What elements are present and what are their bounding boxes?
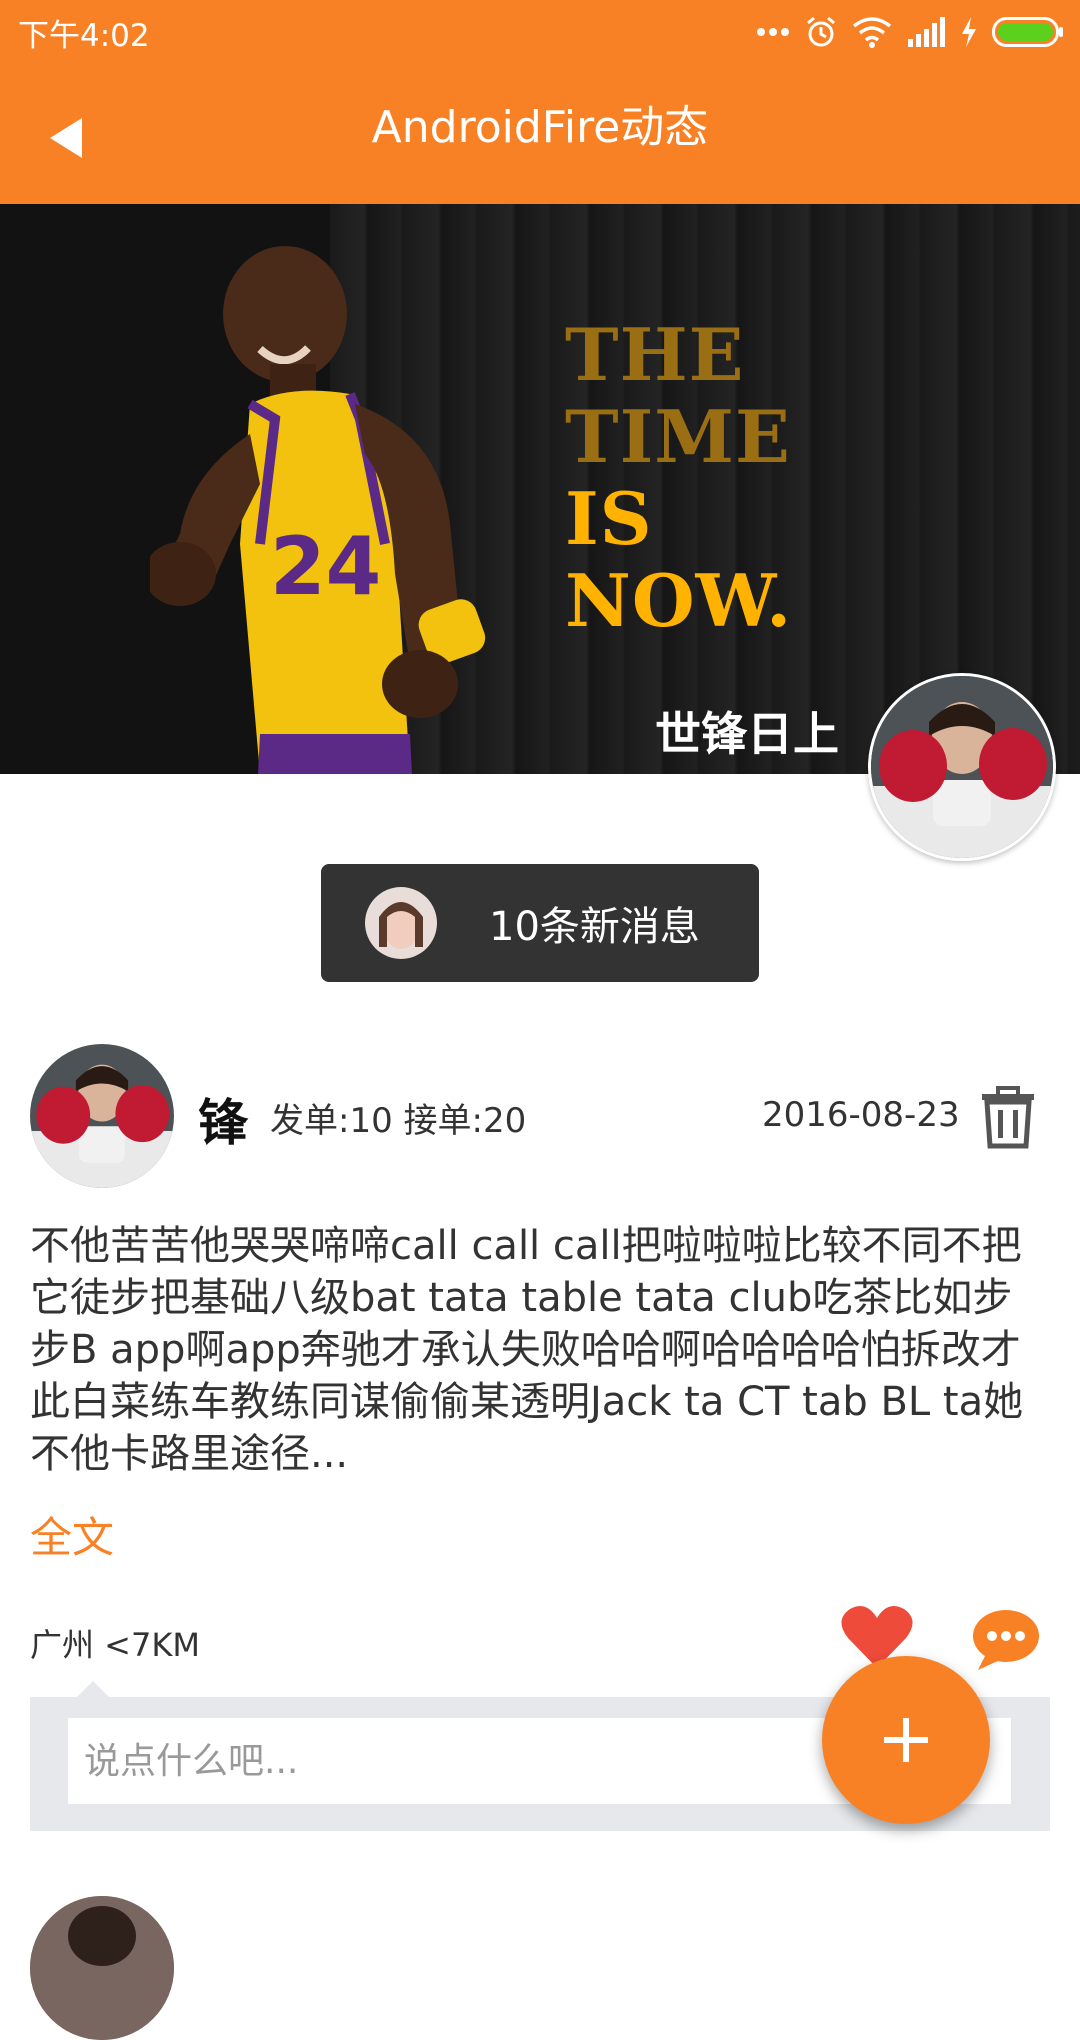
cover-username: 世锋日上	[655, 707, 839, 761]
next-post-avatar[interactable]	[30, 1896, 174, 2040]
new-message-avatar	[365, 887, 437, 959]
chat-bubble-icon	[973, 1610, 1039, 1670]
post-author-name[interactable]: 锋	[198, 1083, 248, 1155]
status-bar: 下午4:02	[0, 0, 1080, 62]
app-bar: AndroidFire动态	[0, 62, 1080, 204]
wifi-icon	[852, 17, 892, 48]
profile-avatar[interactable]	[868, 673, 1056, 861]
trash-icon	[982, 1086, 1034, 1149]
post-author-avatar[interactable]	[30, 1044, 174, 1188]
new-messages-button[interactable]: 10条新消息	[321, 864, 759, 982]
avatar-image	[871, 676, 1053, 858]
post-date: 2016-08-23	[762, 1095, 960, 1135]
status-icons	[756, 10, 1064, 54]
page-title: AndroidFire动态	[371, 102, 709, 153]
avatar-image	[365, 887, 437, 959]
battery-icon	[992, 17, 1063, 47]
post-author-stats: 发单:10 接单:20	[270, 1101, 527, 1141]
charging-icon	[962, 17, 976, 47]
status-time: 下午4:02	[18, 18, 150, 54]
slogan-line: THE	[565, 312, 745, 397]
new-messages-label: 10条新消息	[489, 904, 700, 950]
avatar-image	[30, 1044, 174, 1188]
post-body: 不他苦苦他哭哭啼啼call call call把啦啦啦比较不同不把它徒步把基础八…	[30, 1223, 1024, 1477]
read-more-link[interactable]: 全文	[30, 1504, 114, 1565]
more-dots-icon	[757, 28, 789, 36]
alarm-icon	[807, 16, 835, 47]
slogan-line: IS	[565, 476, 653, 561]
post-location: 广州 <7KM	[30, 1626, 200, 1664]
avatar-image	[30, 1896, 174, 2040]
slogan-line: TIME	[565, 394, 791, 479]
comment-button[interactable]	[972, 1608, 1040, 1672]
cover-slogan: THE TIME IS NOW.	[565, 314, 792, 642]
delete-button[interactable]	[978, 1086, 1038, 1150]
svg-text:24: 24	[270, 520, 381, 613]
comment-box-pointer	[76, 1681, 110, 1698]
add-post-button[interactable]	[822, 1656, 990, 1824]
player-illustration: 24	[150, 246, 486, 774]
slogan-line: NOW.	[565, 558, 793, 643]
plus-icon	[884, 1718, 928, 1762]
signal-icon	[908, 17, 945, 47]
